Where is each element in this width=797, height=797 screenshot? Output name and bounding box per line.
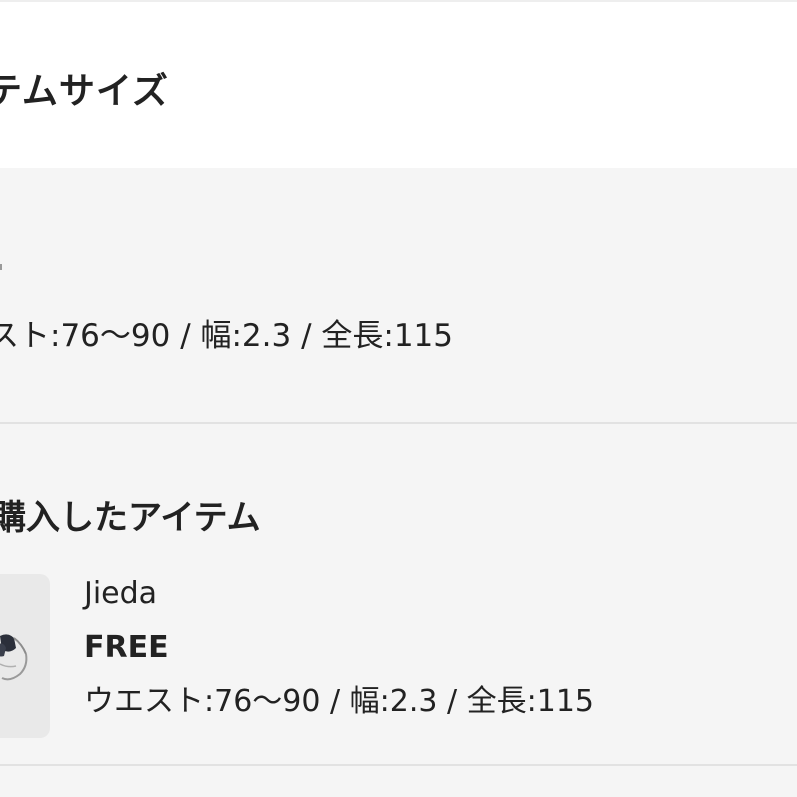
purchased-items-title: 購入したアイテム <box>0 498 261 538</box>
item-size-card: スト:76～90 / 幅:2.3 / 全長:115 <box>0 168 797 422</box>
section-title: テムサイズ <box>0 71 169 112</box>
item-size-header: テムサイズ <box>0 2 797 168</box>
truncated-label-mark <box>0 264 2 270</box>
purchased-item-info[interactable]: Jieda FREE ウエスト:76～90 / 幅:2.3 / 全長:115 <box>84 572 594 724</box>
item-measurements: ウエスト:76～90 / 幅:2.3 / 全長:115 <box>84 684 594 719</box>
belt-photo-icon <box>0 634 28 681</box>
product-thumbnail[interactable] <box>0 574 50 738</box>
next-section <box>0 766 797 797</box>
size-measurements: スト:76～90 / 幅:2.3 / 全長:115 <box>0 318 453 354</box>
item-size-label: FREE <box>84 630 169 665</box>
purchased-items-section: 購入したアイテム Jieda FREE ウエスト:76～90 / 幅:2.3 /… <box>0 424 797 764</box>
item-brand: Jieda <box>84 576 158 611</box>
